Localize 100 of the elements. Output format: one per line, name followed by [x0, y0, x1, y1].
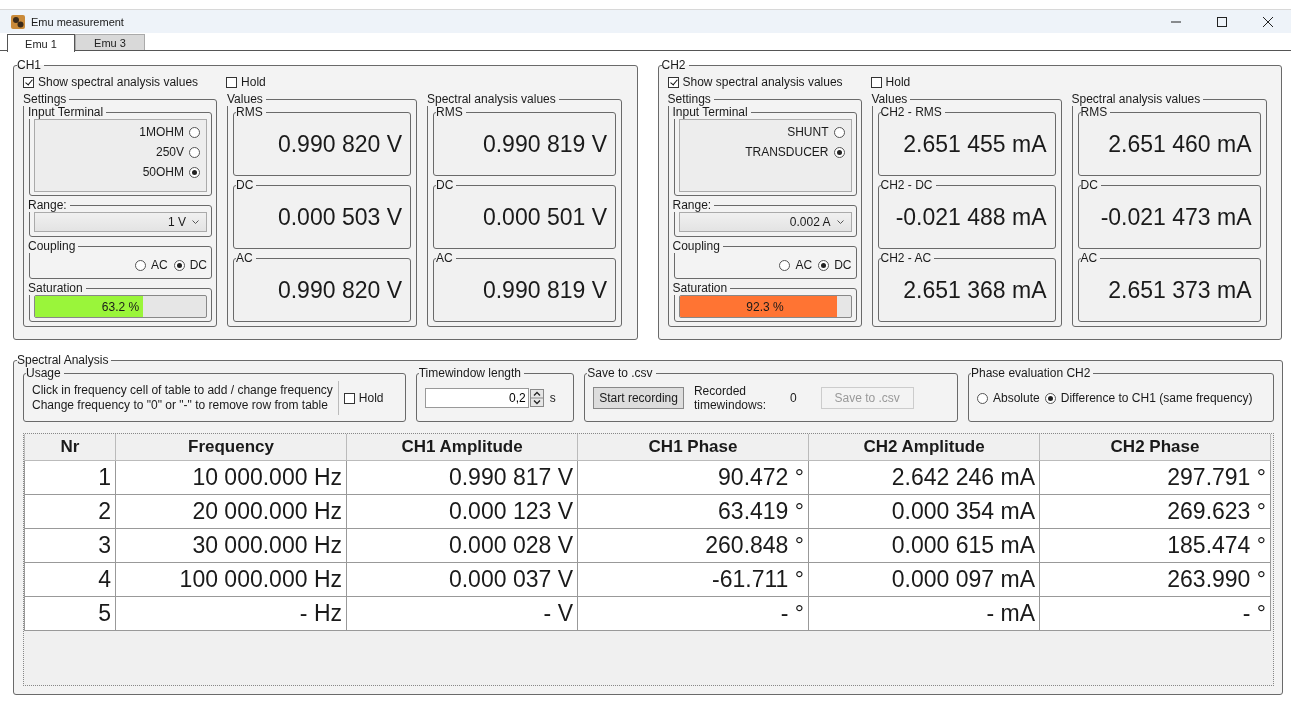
column-header[interactable]: CH2 Phase — [1039, 434, 1271, 461]
checkbox[interactable] — [226, 76, 238, 88]
radio-label: DC — [834, 258, 852, 273]
table-cell[interactable]: - ° — [577, 596, 809, 631]
recorded-label: Recorded timewindows: — [693, 384, 764, 412]
radio-label: 1MOHM — [139, 125, 184, 139]
table-cell[interactable]: - V — [346, 596, 578, 631]
table-cell[interactable]: 0.000 354 mA — [808, 494, 1040, 529]
group-title: DC — [436, 179, 455, 192]
table-cell[interactable]: 2 — [24, 494, 116, 529]
table-cell[interactable]: 0.000 037 V — [346, 562, 578, 597]
group-title: Input Terminal — [28, 106, 105, 119]
table-cell[interactable]: 5 — [24, 596, 116, 631]
group-title: DC — [1080, 179, 1099, 192]
checkbox[interactable] — [667, 76, 679, 88]
group-title: Settings — [23, 93, 68, 106]
dropdown-value: 0.002 A — [789, 215, 831, 229]
measurement-value: 2.651 373 mA — [1107, 277, 1252, 304]
radio-button[interactable] — [833, 146, 845, 158]
maximize-icon — [1217, 16, 1227, 27]
radio-button[interactable] — [977, 392, 988, 404]
table-cell[interactable]: 0.990 817 V — [346, 460, 578, 495]
table-cell[interactable]: - ° — [1039, 596, 1271, 631]
table-cell[interactable]: 20 000.000 Hz — [115, 494, 347, 529]
column-header[interactable]: CH1 Amplitude — [346, 434, 578, 461]
group-title: Save to .csv — [587, 367, 654, 380]
table-cell[interactable]: 2.642 246 mA — [808, 460, 1040, 495]
radio-button[interactable] — [779, 259, 791, 271]
usage-text: Click in frequency cell of table to add / change frequency — [32, 383, 333, 398]
recorded-count: 0 — [789, 391, 797, 405]
radio-button[interactable] — [189, 166, 200, 178]
group-title: Phase evaluation CH2 — [971, 367, 1092, 380]
checkbox[interactable] — [343, 392, 355, 404]
measurement-value: 0.990 819 V — [481, 131, 607, 158]
radio-label: Absolute — [993, 391, 1040, 405]
measurement-value: -0.021 488 mA — [894, 204, 1047, 231]
saturation-reading: 63.2 % — [100, 299, 141, 314]
range-dropdown[interactable]: 1 V — [34, 212, 207, 232]
table-cell[interactable]: 0.000 028 V — [346, 528, 578, 563]
group-title: Usage — [26, 367, 62, 380]
group-title: Settings — [667, 93, 712, 106]
radio-button[interactable] — [173, 259, 185, 271]
radio-button[interactable] — [135, 259, 146, 271]
table-cell[interactable]: 297.791 ° — [1039, 460, 1271, 495]
window-title: Emu measurement — [31, 15, 124, 28]
table-cell[interactable]: 260.848 ° — [577, 528, 809, 563]
table-cell[interactable]: 0.000 615 mA — [808, 528, 1040, 563]
radio-button[interactable] — [818, 259, 830, 271]
checkbox-label: Show spectral analysis values — [38, 75, 199, 89]
radio-button[interactable] — [189, 126, 200, 138]
checkbox[interactable] — [870, 76, 882, 88]
table-cell[interactable]: 100 000.000 Hz — [115, 562, 347, 597]
spinner-arrows-icon — [529, 389, 544, 407]
table-cell[interactable]: - mA — [808, 596, 1040, 631]
table-cell[interactable]: 30 000.000 Hz — [115, 528, 347, 563]
radio-label: TRANSDUCER — [745, 145, 829, 159]
table-cell[interactable]: - Hz — [115, 596, 347, 631]
group-title: DC — [236, 179, 255, 192]
tab[interactable]: Emu 1 — [7, 34, 75, 52]
table-cell[interactable]: 1 — [24, 460, 116, 495]
radio-button[interactable] — [833, 126, 845, 138]
table-cell[interactable]: -61.711 ° — [577, 562, 809, 597]
table-cell[interactable]: 0.000 097 mA — [808, 562, 1040, 597]
table-cell[interactable]: 90.472 ° — [577, 460, 809, 495]
column-header[interactable]: Nr — [24, 434, 116, 461]
start-recording-button[interactable]: Start recording — [593, 387, 684, 409]
group-title: Spectral analysis values — [1071, 93, 1202, 106]
column-header[interactable]: CH1 Phase — [577, 434, 809, 461]
checkbox-label: Hold — [241, 75, 266, 89]
table-cell[interactable]: 3 — [24, 528, 116, 563]
group-title: CH2 - AC — [880, 252, 933, 265]
chevron-down-icon — [836, 219, 844, 225]
table-cell[interactable]: 269.623 ° — [1039, 494, 1271, 529]
table-cell[interactable]: 4 — [24, 562, 116, 597]
checkbox[interactable] — [23, 76, 34, 88]
column-header[interactable]: Frequency — [115, 434, 347, 461]
group-title: Range: — [672, 199, 713, 212]
measurement-value: 0.990 820 V — [276, 131, 402, 158]
close-icon — [1263, 16, 1273, 27]
measurement-value: 2.651 460 mA — [1107, 131, 1252, 158]
table-cell[interactable]: 0.000 123 V — [346, 494, 578, 529]
group-title: RMS — [236, 106, 264, 119]
measurement-value: -0.021 473 mA — [1099, 204, 1252, 231]
column-header[interactable]: CH2 Amplitude — [808, 434, 1040, 461]
radio-button[interactable] — [1044, 392, 1056, 404]
app-icon — [11, 14, 25, 29]
group-title: CH2 - RMS — [880, 106, 943, 119]
group-title: Values — [871, 93, 909, 106]
measurement-value: 2.651 368 mA — [902, 277, 1047, 304]
table-cell[interactable]: 63.419 ° — [577, 494, 809, 529]
table-cell[interactable]: 10 000.000 Hz — [115, 460, 347, 495]
chevron-down-icon — [192, 219, 199, 225]
timewindow-field[interactable]: 0,2 — [424, 388, 529, 408]
group-title: Saturation — [672, 281, 729, 295]
table-cell[interactable]: 263.990 ° — [1039, 562, 1271, 597]
table-cell[interactable]: 185.474 ° — [1039, 528, 1271, 563]
range-dropdown[interactable]: 0.002 A — [678, 212, 852, 232]
group-title: AC — [436, 252, 454, 265]
radio-button[interactable] — [189, 146, 200, 158]
tab[interactable]: Emu 3 — [75, 34, 145, 50]
